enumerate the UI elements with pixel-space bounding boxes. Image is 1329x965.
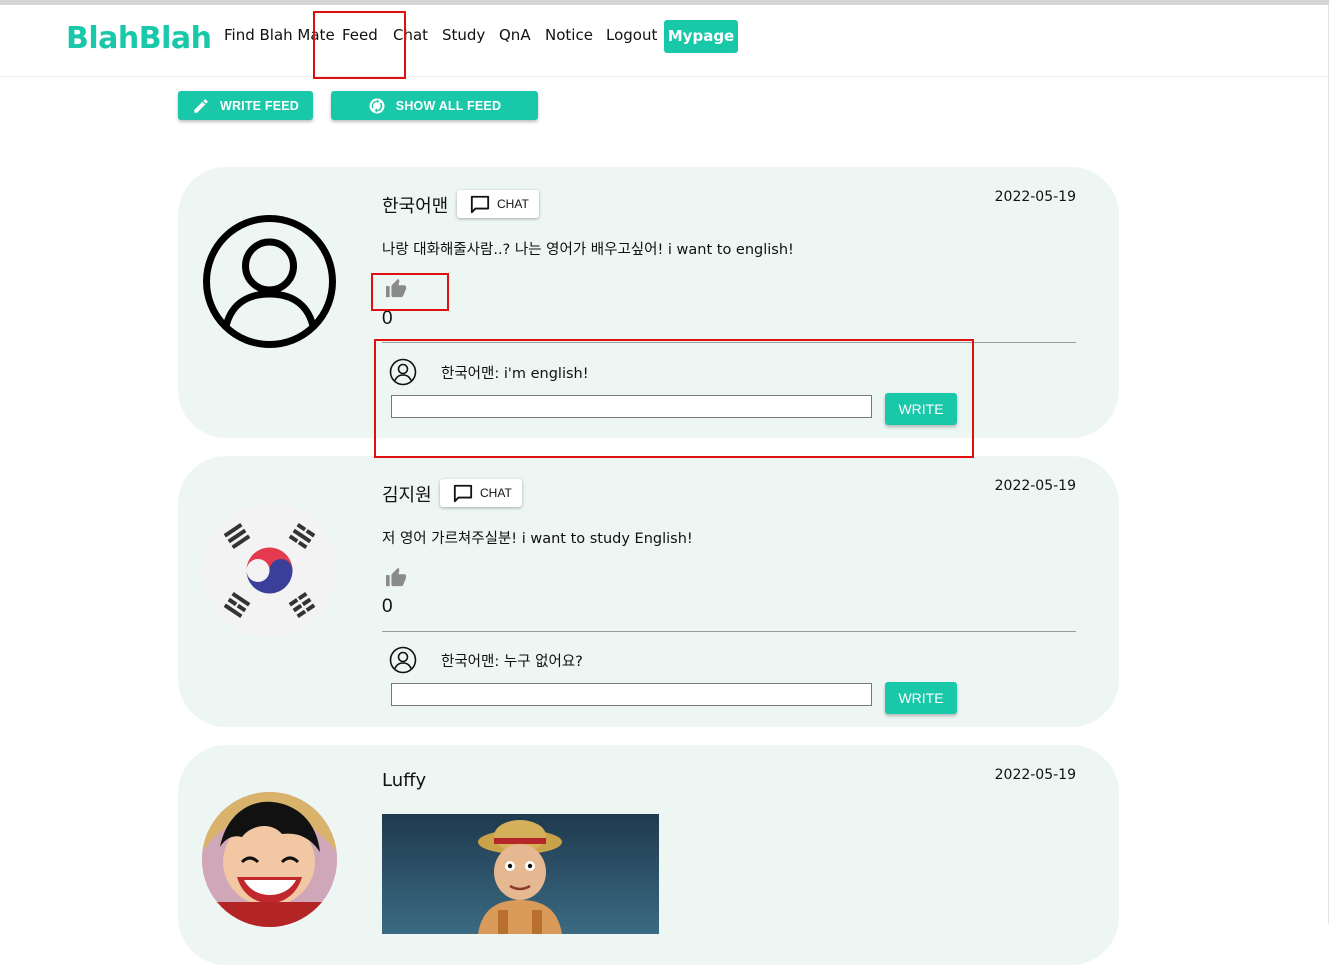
- comment-input[interactable]: [391, 395, 872, 418]
- feed-author: 김지원: [382, 485, 432, 506]
- header: BlahBlah Find Blah Mate Feed Chat Study …: [0, 5, 1328, 77]
- feed-author: 한국어맨: [382, 196, 449, 217]
- nav-feed[interactable]: Feed: [342, 26, 378, 44]
- write-comment-button[interactable]: WRITE: [885, 393, 957, 425]
- comment-text: 한국어맨: 누구 없어요?: [441, 654, 583, 670]
- write-feed-label: WRITE FEED: [219, 98, 300, 113]
- like-count: 0: [382, 308, 393, 329]
- feed-card: 한국어맨 CHAT 2022-05-19 나랑 대화해줄사람..? 나는 영어가…: [178, 167, 1119, 438]
- default-user-icon: [202, 214, 337, 349]
- logo[interactable]: BlahBlah: [66, 21, 212, 56]
- nav-find-blah-mate[interactable]: Find Blah Mate: [224, 26, 335, 44]
- chat-bubble-icon: [470, 195, 490, 214]
- comment-input[interactable]: [391, 683, 872, 706]
- chat-button[interactable]: CHAT: [457, 190, 539, 218]
- like-count: 0: [382, 596, 393, 617]
- nav-logout[interactable]: Logout: [606, 26, 657, 44]
- chat-button[interactable]: CHAT: [440, 479, 522, 507]
- mypage-button[interactable]: Mypage: [664, 20, 738, 53]
- chat-label: CHAT: [497, 197, 529, 211]
- nav-notice[interactable]: Notice: [545, 26, 593, 44]
- feed-date: 2022-05-19: [994, 189, 1076, 205]
- thumbs-up-icon[interactable]: [385, 567, 407, 587]
- thumbs-up-icon[interactable]: [385, 278, 407, 298]
- pencil-icon: [194, 98, 208, 113]
- write-feed-button[interactable]: WRITE FEED: [178, 91, 313, 120]
- feed-content: 저 영어 가르쳐주실분! i want to study English!: [382, 531, 693, 547]
- commenter-avatar-icon: [389, 646, 417, 674]
- divider: [382, 342, 1076, 343]
- chat-label: CHAT: [480, 486, 512, 500]
- feed-card: 김지원 CHAT 2022-05-19 저 영어 가르쳐주실분! i want …: [178, 456, 1119, 727]
- commenter-avatar-icon: [389, 358, 417, 386]
- chat-bubble-icon: [453, 484, 473, 503]
- feed-date: 2022-05-19: [994, 478, 1076, 494]
- divider: [382, 631, 1076, 632]
- feed-content: 나랑 대화해줄사람..? 나는 영어가 배우고싶어! i want to eng…: [382, 242, 794, 258]
- nav-chat[interactable]: Chat: [393, 26, 428, 44]
- show-all-feed-label: SHOW ALL FEED: [395, 98, 502, 113]
- refresh-icon: [369, 98, 385, 113]
- feed-author: Luffy: [382, 770, 427, 791]
- show-all-feed-button[interactable]: SHOW ALL FEED: [331, 91, 538, 120]
- feed-card: Luffy 2022-05-19: [178, 745, 1119, 965]
- korean-flag-icon: [202, 503, 337, 638]
- luffy-avatar: [202, 792, 337, 927]
- feed-date: 2022-05-19: [994, 767, 1076, 783]
- write-comment-button[interactable]: WRITE: [885, 682, 957, 714]
- feed-image: [382, 814, 659, 934]
- comment-text: 한국어맨: i'm english!: [441, 366, 589, 382]
- nav-study[interactable]: Study: [442, 26, 485, 44]
- nav-qna[interactable]: QnA: [499, 26, 531, 44]
